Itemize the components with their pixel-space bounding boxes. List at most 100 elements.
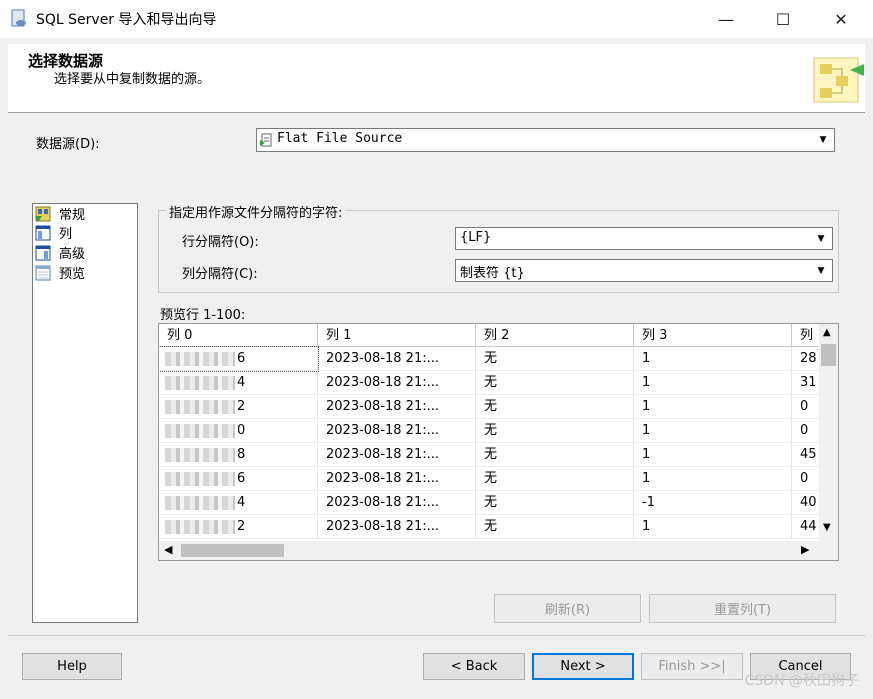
datasource-label: 数据源(D): — [36, 137, 100, 152]
column-delimiter-label: 列分隔符(C): — [182, 267, 258, 282]
table-cell: 28 — [792, 347, 822, 371]
horizontal-scrollbar[interactable]: ◀ ▶ — [159, 541, 819, 560]
table-cell: 6 — [159, 346, 319, 372]
minimize-button[interactable]: — — [703, 0, 749, 38]
page-subtitle: 选择要从中复制数据的源。 — [54, 72, 211, 87]
column-header[interactable]: 列 0 — [159, 324, 318, 347]
redacted-text — [165, 376, 235, 390]
nav-item-label: 列 — [59, 227, 73, 242]
row-delimiter-select[interactable]: {LF} ▼ — [455, 227, 833, 250]
header-banner: 选择数据源 选择要从中复制数据的源。 — [8, 44, 865, 112]
cell-text: 4 — [237, 375, 246, 390]
redacted-text — [165, 520, 235, 534]
cell-text: 6 — [237, 351, 246, 366]
table-cell: 0 — [792, 395, 822, 419]
table-cell: 4 — [159, 371, 318, 395]
row-delimiter-label: 行分隔符(O): — [182, 235, 259, 250]
table-cell: 40 — [792, 491, 822, 515]
table-cell: 31 — [792, 371, 822, 395]
maximize-button[interactable]: ☐ — [760, 0, 806, 38]
chevron-down-icon[interactable]: ▼ — [812, 230, 830, 247]
table-cell: 无 — [476, 395, 634, 419]
table-cell: 1 — [634, 347, 792, 371]
table-cell: 无 — [476, 347, 634, 371]
table-cell: 2023-08-18 21:... — [318, 491, 476, 515]
table-cell: 1 — [634, 371, 792, 395]
finish-button[interactable]: Finish >>| — [641, 653, 743, 680]
table-cell: 2023-08-18 21:... — [318, 395, 476, 419]
chevron-down-icon[interactable]: ▼ — [814, 131, 832, 149]
next-button[interactable]: Next > — [532, 653, 634, 680]
cell-text: 6 — [237, 471, 246, 486]
scroll-left-icon[interactable]: ◀ — [164, 543, 172, 556]
column-header[interactable]: 列 2 — [476, 324, 634, 347]
table-cell: -1 — [634, 491, 792, 515]
column-delimiter-select[interactable]: 制表符 {t} ▼ — [455, 259, 833, 282]
nav-item-advanced[interactable]: 高级 — [35, 243, 85, 262]
advanced-icon — [35, 245, 51, 260]
flat-file-icon — [260, 133, 272, 147]
nav-item-columns[interactable]: 列 — [35, 223, 72, 242]
horizontal-scroll-thumb[interactable] — [181, 544, 284, 557]
nav-item-label: 高级 — [59, 247, 86, 262]
nav-item-preview[interactable]: 预览 — [35, 263, 85, 282]
column-header[interactable]: 列 1 — [318, 324, 476, 347]
nav-item-label: 预览 — [59, 267, 86, 282]
table-cell: 无 — [476, 491, 634, 515]
help-button[interactable]: Help — [22, 653, 122, 680]
table-cell: 无 — [476, 371, 634, 395]
watermark: CSDN @秋田狗子 — [744, 673, 859, 689]
table-cell: 2023-08-18 21:... — [318, 419, 476, 443]
divider — [8, 112, 865, 113]
scroll-down-icon[interactable]: ▼ — [823, 522, 831, 533]
table-cell: 2023-08-18 21:... — [318, 443, 476, 467]
table-cell: 无 — [476, 443, 634, 467]
vertical-scroll-thumb[interactable] — [821, 344, 836, 366]
chevron-down-icon[interactable]: ▼ — [812, 262, 830, 279]
delimiter-group-legend: 指定用作源文件分隔符的字符: — [166, 202, 346, 221]
preview-icon — [35, 265, 51, 280]
datasource-value: Flat File Source — [277, 131, 403, 146]
table-cell: 2023-08-18 21:... — [318, 371, 476, 395]
preview-grid[interactable]: 列 0列 1列 2列 3 列 6 2023-08-18 21:... 无 1 28 4 2023… — [158, 323, 839, 561]
table-cell: 2023-08-18 21:... — [318, 347, 476, 371]
divider — [8, 635, 865, 636]
table-cell: 45 — [792, 443, 822, 467]
general-icon — [35, 206, 51, 222]
back-button[interactable]: < Back — [423, 653, 525, 680]
redacted-text — [165, 472, 235, 486]
table-cell: 无 — [476, 467, 634, 491]
reset-columns-button[interactable]: 重置列(T) — [649, 594, 836, 623]
refresh-button[interactable]: 刷新(R) — [494, 594, 641, 623]
table-cell: 1 — [634, 395, 792, 419]
cell-text: 2 — [237, 519, 246, 534]
table-cell: 0 — [159, 419, 318, 443]
column-header[interactable]: 列 — [792, 324, 822, 347]
column-header[interactable]: 列 3 — [634, 324, 792, 347]
nav-item-general[interactable]: 常规 — [35, 204, 85, 223]
table-cell: 1 — [634, 467, 792, 491]
table-cell: 8 — [159, 443, 318, 467]
window-title: SQL Server 导入和导出向导 — [36, 12, 217, 28]
app-icon — [11, 9, 26, 27]
row-delimiter-value: {LF} — [460, 230, 492, 245]
cell-text: 0 — [237, 423, 246, 438]
nav-item-label: 常规 — [59, 208, 86, 223]
scroll-right-icon[interactable]: ▶ — [801, 543, 809, 556]
cell-text: 2 — [237, 399, 246, 414]
redacted-text — [165, 352, 235, 366]
table-cell: 2023-08-18 21:... — [318, 515, 476, 539]
close-button[interactable]: ✕ — [818, 0, 864, 38]
datasource-select[interactable]: Flat File Source ▼ — [256, 128, 835, 152]
wizard-logo-icon — [813, 57, 864, 103]
table-cell: 1 — [634, 515, 792, 539]
vertical-scrollbar[interactable]: ▲ ▼ — [819, 324, 838, 541]
redacted-text — [165, 400, 235, 414]
table-cell: 无 — [476, 419, 634, 443]
redacted-text — [165, 448, 235, 462]
cell-text: 4 — [237, 495, 246, 510]
table-cell: 1 — [634, 419, 792, 443]
scroll-up-icon[interactable]: ▲ — [823, 327, 831, 338]
columns-icon — [35, 225, 51, 240]
scroll-corner — [819, 541, 838, 560]
